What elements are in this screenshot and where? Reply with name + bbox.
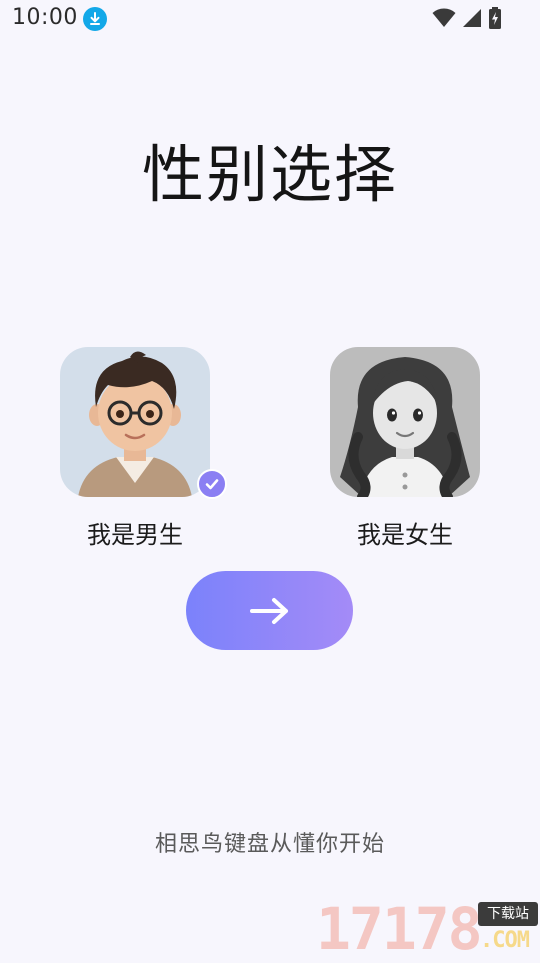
signal-icon [463,9,481,27]
watermark-logo: 17178 下载站 .COM [316,898,540,960]
female-avatar[interactable] [330,347,480,497]
gender-option-label: 我是男生 [87,521,183,549]
watermark-suffix: .COM [480,928,530,953]
download-icon [83,7,107,31]
arrow-right-icon [249,597,288,624]
gender-option-female[interactable]: 我是女生 [330,347,480,549]
watermark-digits: 17178 [316,895,483,963]
gender-option-male[interactable]: 我是男生 [60,347,227,549]
selected-check-icon [197,469,227,499]
status-time: 10:00 [12,5,78,30]
male-avatar[interactable] [60,347,210,497]
battery-charging-icon [489,7,501,29]
wifi-icon [432,8,456,27]
system-status-icons [432,7,502,29]
status-bar: 10:00 [0,0,540,38]
gender-option-label: 我是女生 [357,521,453,549]
watermark-tag: 下载站 [478,902,538,926]
page-title: 性别选择 [141,138,398,211]
next-button[interactable] [186,571,353,650]
slogan-text: 相思鸟键盘从懂你开始 [154,832,385,857]
